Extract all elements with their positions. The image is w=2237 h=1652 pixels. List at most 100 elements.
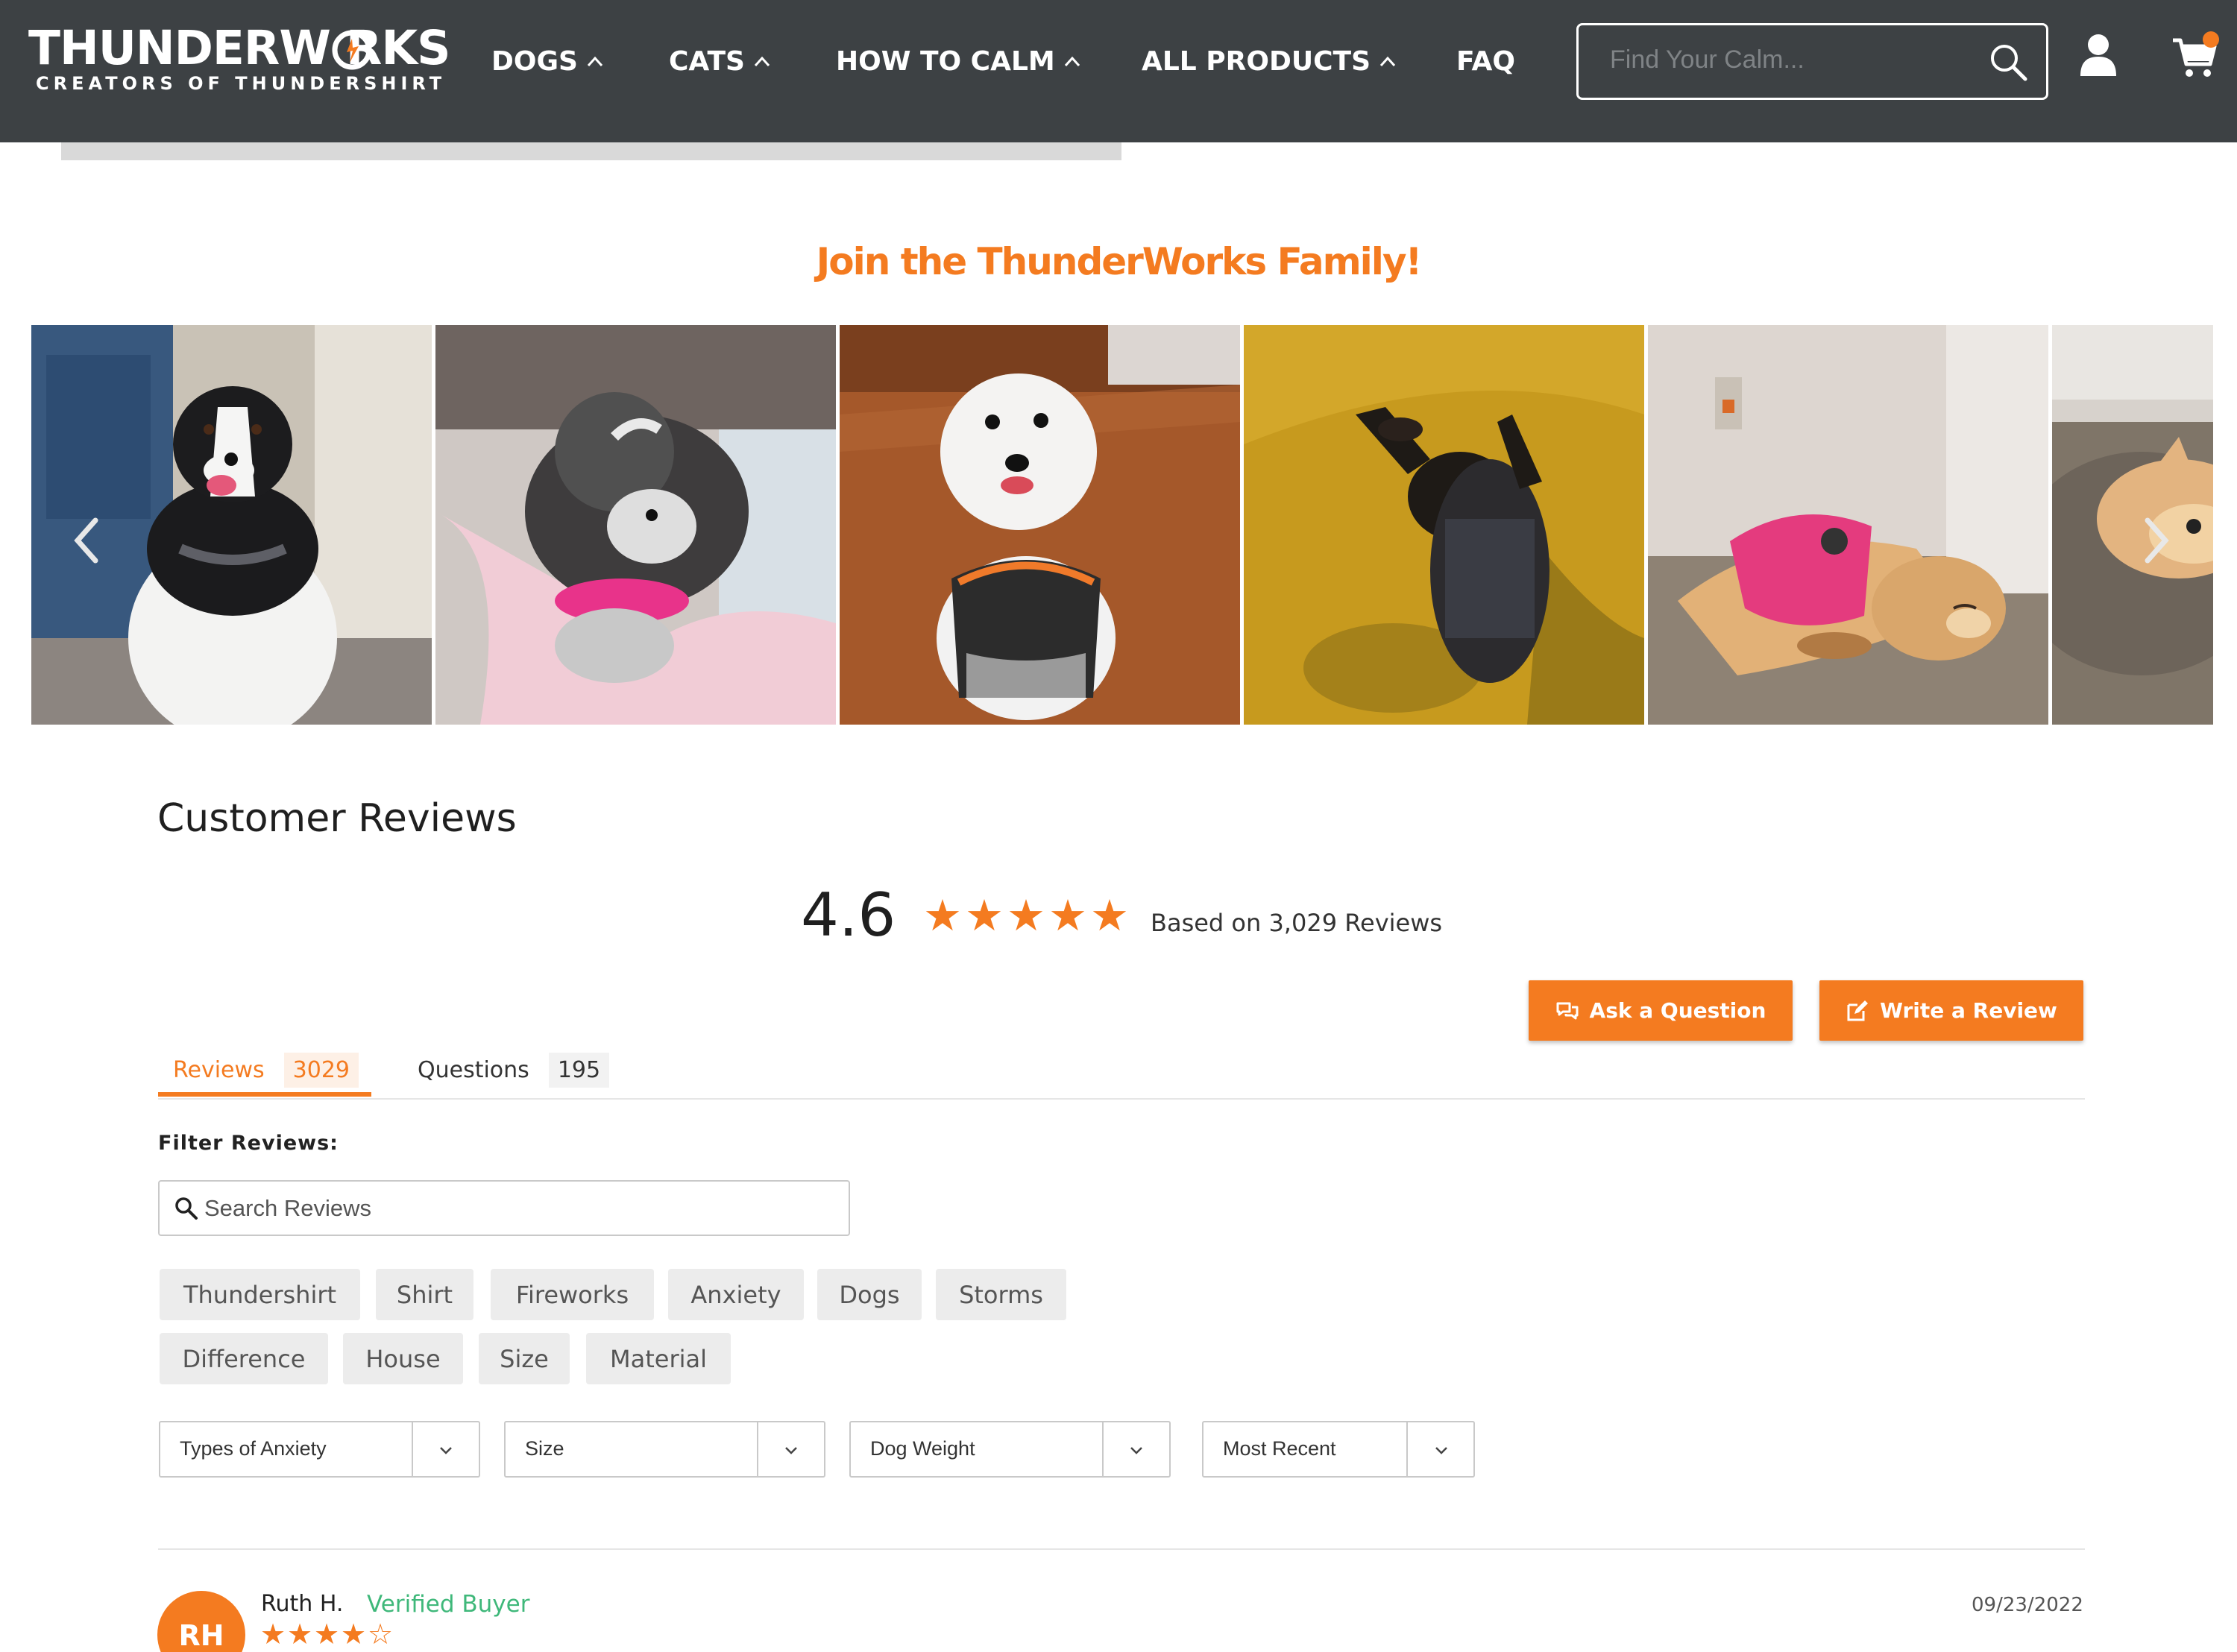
star-icon: ★ <box>1048 890 1087 941</box>
chevron-down-icon <box>785 1447 797 1454</box>
logo-paw-icon <box>332 30 372 70</box>
size-select[interactable]: Size <box>504 1421 825 1478</box>
nav-how-to-calm-label: HOW TO CALM <box>836 46 1055 77</box>
filter-chip[interactable]: Material <box>586 1333 731 1384</box>
photo-carousel[interactable] <box>31 325 2213 725</box>
types-of-anxiety-select[interactable]: Types of Anxiety <box>159 1421 480 1478</box>
carousel-photo[interactable] <box>2052 325 2213 725</box>
nav-how-to-calm[interactable]: HOW TO CALM <box>836 41 1082 82</box>
review-star-rating: ★ ★ ★ ★ ☆ <box>259 1618 394 1651</box>
customer-reviews-title: Customer Reviews <box>157 796 517 841</box>
filter-chip[interactable]: Thundershirt <box>160 1269 360 1320</box>
cart-badge <box>2203 31 2219 48</box>
nav-all-products[interactable]: ALL PRODUCTS <box>1142 41 1397 82</box>
white-poodle-photo <box>840 325 1240 725</box>
write-review-button[interactable]: Write a Review <box>1819 980 2083 1041</box>
select-divider <box>412 1422 413 1476</box>
site-search-placeholder: Find Your Calm... <box>1610 45 1805 74</box>
star-icon: ★ <box>965 890 1004 941</box>
nav-cats-label: CATS <box>669 46 745 77</box>
reviewer-avatar: RH <box>157 1591 245 1652</box>
carousel-photo[interactable] <box>1244 325 1644 725</box>
carousel-photo[interactable] <box>1648 325 2048 725</box>
ask-question-button[interactable]: Ask a Question <box>1529 980 1793 1041</box>
user-icon[interactable] <box>2077 33 2119 78</box>
caret-up-icon <box>587 56 603 66</box>
progress-strip <box>61 142 1121 160</box>
site-search-input[interactable]: Find Your Calm... <box>1576 23 2048 100</box>
filter-chip[interactable]: Storms <box>936 1269 1066 1320</box>
carousel-next-icon[interactable] <box>2137 514 2174 567</box>
shih-tzu-photo <box>435 325 836 725</box>
size-value: Size <box>525 1437 564 1460</box>
filter-chip[interactable]: Fireworks <box>491 1269 654 1320</box>
filter-chip[interactable]: Difference <box>160 1333 328 1384</box>
write-review-label: Write a Review <box>1880 998 2057 1023</box>
bulldog-photo <box>2052 325 2213 725</box>
active-tab-indicator <box>158 1092 371 1097</box>
filter-chip[interactable]: House <box>343 1333 463 1384</box>
nav-dogs-label: DOGS <box>491 46 578 77</box>
tabs-divider <box>158 1098 2085 1100</box>
thunderworks-logo[interactable]: THUNDERW RKS CREATORS OF THUNDERSHIRT <box>28 21 451 95</box>
star-icon: ★ <box>1007 890 1045 941</box>
edit-icon <box>1847 1000 1869 1021</box>
search-icon[interactable] <box>1988 42 2029 83</box>
star-icon: ★ <box>340 1618 367 1651</box>
caret-up-icon <box>1379 56 1396 66</box>
dog-weight-select[interactable]: Dog Weight <box>849 1421 1171 1478</box>
logo-tagline: CREATORS OF THUNDERSHIRT <box>36 73 447 94</box>
carousel-prev-icon[interactable] <box>69 514 106 567</box>
dachshund-photo <box>1244 325 1644 725</box>
tab-reviews-label: Reviews <box>173 1056 265 1083</box>
ask-question-label: Ask a Question <box>1589 998 1766 1023</box>
tab-questions-label: Questions <box>418 1056 529 1083</box>
chevron-down-icon <box>440 1447 452 1454</box>
caret-up-icon <box>1064 56 1080 66</box>
filter-chip[interactable]: Dogs <box>817 1269 922 1320</box>
tab-reviews-count: 3029 <box>283 1052 359 1088</box>
nav-cats[interactable]: CATS <box>669 41 772 82</box>
tab-questions[interactable]: Questions 195 <box>418 1044 610 1096</box>
family-heading: Join the ThunderWorks Family! <box>816 240 1423 283</box>
star-empty-icon: ☆ <box>367 1618 394 1651</box>
chat-bubbles-icon <box>1556 1002 1579 1019</box>
filter-chip[interactable]: Size <box>479 1333 570 1384</box>
average-rating: 4.6 <box>801 880 896 950</box>
star-icon: ★ <box>1090 890 1129 941</box>
sort-select[interactable]: Most Recent <box>1202 1421 1475 1478</box>
sort-value: Most Recent <box>1223 1437 1336 1460</box>
star-icon: ★ <box>286 1618 313 1651</box>
nav-dogs[interactable]: DOGS <box>491 41 605 82</box>
star-icon: ★ <box>259 1618 286 1651</box>
select-divider <box>1102 1422 1104 1476</box>
chevron-down-icon <box>1130 1447 1142 1454</box>
search-icon <box>175 1197 198 1220</box>
nav-faq[interactable]: FAQ <box>1456 41 1515 82</box>
average-rating-stars: ★ ★ ★ ★ ★ <box>922 890 1130 941</box>
dog-weight-value: Dog Weight <box>870 1437 975 1460</box>
filter-chip[interactable]: Shirt <box>376 1269 473 1320</box>
search-reviews-placeholder: Search Reviews <box>204 1195 371 1221</box>
reviewer-name: Ruth H. <box>261 1591 344 1617</box>
review-count-summary: Based on 3,029 Reviews <box>1151 909 1443 937</box>
review-date: 09/23/2022 <box>1972 1594 2083 1616</box>
verified-buyer-badge: Verified Buyer <box>367 1591 530 1618</box>
star-icon: ★ <box>313 1618 340 1651</box>
chevron-down-icon <box>1435 1447 1447 1454</box>
star-icon: ★ <box>923 890 962 941</box>
tab-reviews[interactable]: Reviews 3029 <box>158 1044 371 1096</box>
filter-reviews-label: Filter Reviews: <box>158 1132 339 1155</box>
types-of-anxiety-value: Types of Anxiety <box>180 1437 327 1460</box>
filter-chip[interactable]: Anxiety <box>668 1269 804 1320</box>
select-divider <box>757 1422 758 1476</box>
site-header: THUNDERW RKS CREATORS OF THUNDERSHIRT DO… <box>0 0 2237 142</box>
tab-questions-count: 195 <box>548 1052 610 1088</box>
review-list-divider <box>158 1548 2085 1550</box>
carousel-photo[interactable] <box>840 325 1240 725</box>
logo-wordmark: THUNDERW RKS <box>28 21 451 75</box>
golden-puppy-photo <box>1648 325 2048 725</box>
nav-faq-label: FAQ <box>1456 46 1515 77</box>
search-reviews-input[interactable]: Search Reviews <box>158 1180 850 1236</box>
carousel-photo[interactable] <box>435 325 836 725</box>
